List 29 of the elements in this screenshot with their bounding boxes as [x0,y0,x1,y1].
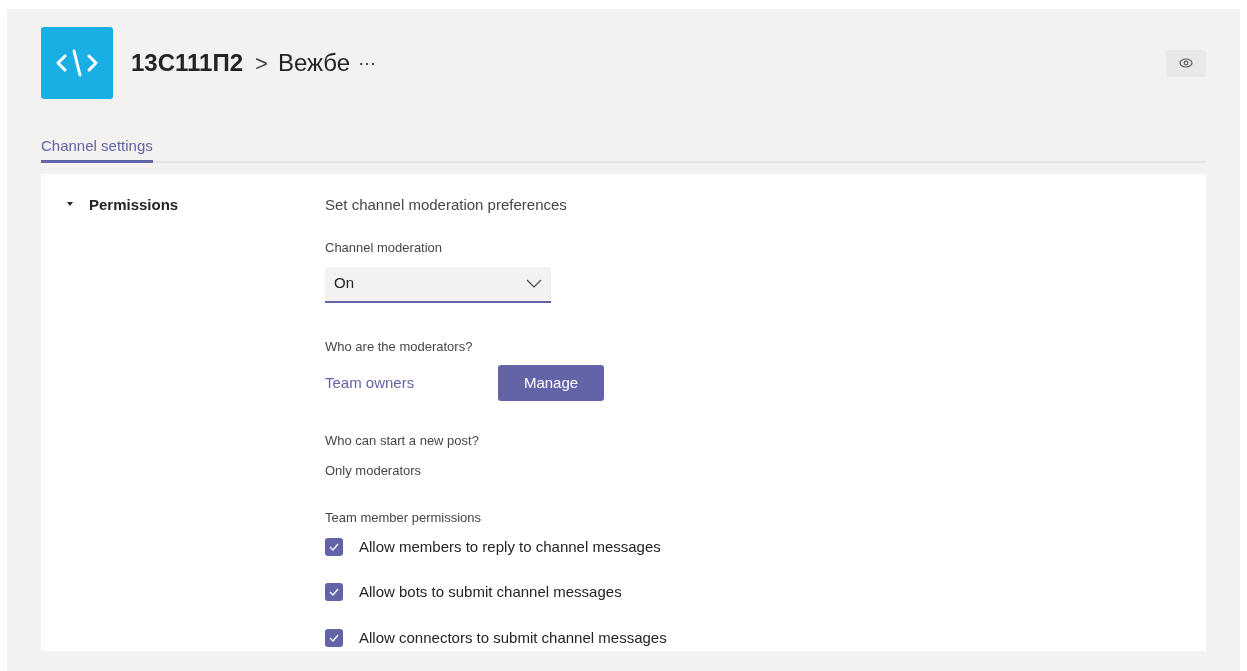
checkmark-icon [329,633,339,642]
section-intro: Set channel moderation preferences [325,194,568,215]
team-name[interactable]: 13C111П2 [131,45,244,81]
moderation-dropdown[interactable]: On [325,266,551,303]
eye-icon [1179,58,1193,68]
caret-icon[interactable] [66,199,74,208]
view-button[interactable] [1166,49,1206,77]
channel-name[interactable]: Вежбе [277,45,351,81]
manage-button[interactable]: Manage [498,365,604,401]
checkbox[interactable] [325,537,343,556]
breadcrumb-separator: > [255,49,268,78]
more-options[interactable]: ··· [358,49,377,77]
field-label: Who are the moderators? [325,337,474,356]
field-label: Team member permissions [325,509,483,527]
section-title: Permissions [89,194,179,215]
field-label: Channel moderation [325,239,444,257]
team-owners-link[interactable]: Team owners [325,371,498,395]
field-label: Who can start a new post? [325,432,480,450]
checkmark-icon [329,542,339,551]
checkmark-icon [329,588,339,597]
checkbox-label: Allow connectors to submit channel messages [359,627,667,648]
code-logo-icon [41,27,113,99]
checkbox-label: Allow members to reply to channel messages [359,536,661,557]
checkbox[interactable] [325,628,343,647]
settings-tab[interactable]: Channel settings [41,135,153,163]
checkbox[interactable] [325,583,343,602]
checkbox-label: Allow bots to submit channel messages [359,582,622,602]
field-value: Only moderators [325,461,423,480]
chevron-down-icon [526,279,542,288]
